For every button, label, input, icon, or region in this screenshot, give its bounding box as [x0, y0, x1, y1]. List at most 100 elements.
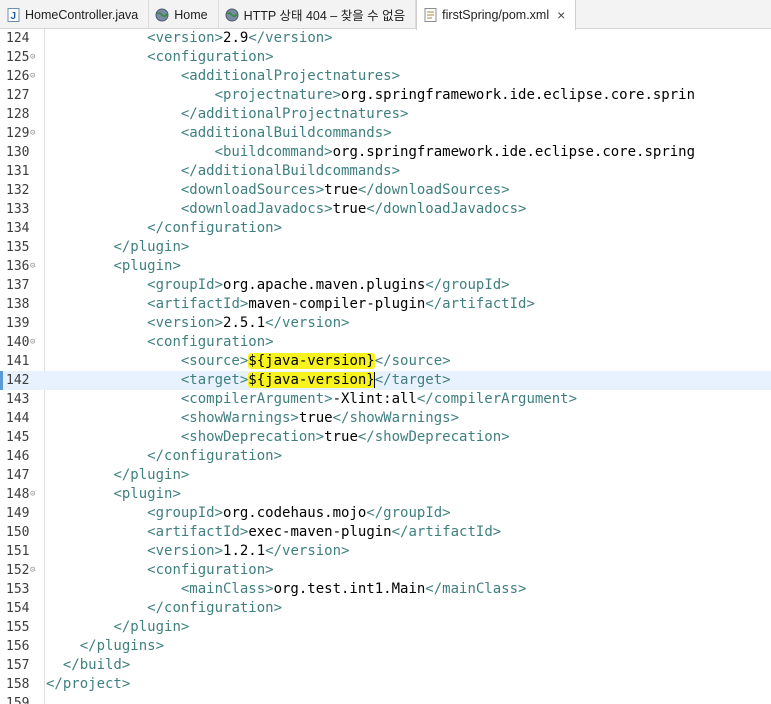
java-file-icon: J: [6, 7, 20, 22]
code-line[interactable]: 145 <showDeprecation>true</showDeprecati…: [0, 428, 771, 447]
xml-tag: <showWarnings>: [180, 410, 299, 426]
line-number: 143: [6, 392, 30, 407]
code-content: <groupId>org.apache.maven.plugins</group…: [46, 276, 509, 295]
code-line[interactable]: 131 </additionalBuildcommands>: [0, 162, 771, 181]
code-content: </plugin>: [46, 618, 189, 637]
code-line[interactable]: 140 ⊝ <configuration>: [0, 333, 771, 352]
code-line[interactable]: 152 ⊝ <configuration>: [0, 561, 771, 580]
fold-toggle-icon[interactable]: ⊝: [30, 67, 40, 86]
tab-1[interactable]: Home: [149, 0, 219, 29]
code-content: </configuration>: [46, 219, 282, 238]
tab-2[interactable]: HTTP 상태 404 – 찾을 수 없음: [219, 0, 417, 29]
code-line[interactable]: 155 </plugin>: [0, 618, 771, 637]
close-icon[interactable]: ×: [557, 7, 565, 23]
code-line[interactable]: 144 <showWarnings>true</showWarnings>: [0, 409, 771, 428]
line-number: 145: [6, 430, 30, 445]
xml-text: 2.9: [223, 30, 249, 46]
code-line[interactable]: 154 </configuration>: [0, 599, 771, 618]
code-line[interactable]: 125 ⊝ <configuration>: [0, 48, 771, 67]
code-line[interactable]: 137 <groupId>org.apache.maven.plugins</g…: [0, 276, 771, 295]
fold-toggle-icon[interactable]: ⊝: [30, 124, 40, 143]
code-content: <plugin>: [46, 257, 180, 276]
xml-tag: </plugins>: [79, 638, 165, 654]
tab-3[interactable]: firstSpring/pom.xml ×: [416, 0, 577, 30]
xml-tag: </version>: [265, 543, 350, 559]
xml-text: true: [298, 410, 333, 426]
code-content: <mainClass>org.test.int1.Main</mainClass…: [46, 580, 527, 599]
xml-tag: </downloadSources>: [357, 182, 510, 198]
xml-tag: <source>: [180, 353, 249, 369]
code-editor[interactable]: 124 <version>2.9</version> 125 ⊝ <configur…: [0, 29, 771, 704]
code-line[interactable]: 134 </configuration>: [0, 219, 771, 238]
code-line[interactable]: 132 <downloadSources>true</downloadSourc…: [0, 181, 771, 200]
line-number: 128: [6, 107, 30, 122]
code-line[interactable]: 151 <version>1.2.1</version>: [0, 542, 771, 561]
xml-text: 1.2.1: [223, 543, 266, 559]
code-content: </plugin>: [46, 238, 189, 257]
xml-tag: </additionalProjectnatures>: [180, 106, 409, 122]
code-content: </plugins>: [46, 637, 164, 656]
xml-tag: </build>: [62, 657, 131, 673]
code-line[interactable]: 159: [0, 694, 771, 704]
fold-toggle-icon[interactable]: ⊝: [30, 257, 40, 276]
line-number: 138: [6, 297, 30, 312]
code-line[interactable]: 143 <compilerArgument>-Xlint:all</compil…: [0, 390, 771, 409]
code-line[interactable]: 135 </plugin>: [0, 238, 771, 257]
code-line[interactable]: 136 ⊝ <plugin>: [0, 257, 771, 276]
code-line[interactable]: 141 <source>${java-version}</source>: [0, 352, 771, 371]
line-number: 154: [6, 601, 30, 616]
code-line[interactable]: 130 <buildcommand>org.springframework.id…: [0, 143, 771, 162]
xml-text: -Xlint:all: [332, 391, 417, 407]
code-line[interactable]: 127 <projectnature>org.springframework.i…: [0, 86, 771, 105]
line-number: 147: [6, 468, 30, 483]
fold-toggle-icon[interactable]: ⊝: [30, 485, 40, 504]
globe-icon: [225, 8, 239, 22]
line-number: 153: [6, 582, 30, 597]
code-line[interactable]: 128 </additionalProjectnatures>: [0, 105, 771, 124]
code-line[interactable]: 133 <downloadJavadocs>true</downloadJava…: [0, 200, 771, 219]
tab-0[interactable]: J HomeController.java: [0, 0, 150, 29]
xml-text: exec-maven-plugin: [248, 524, 392, 540]
xml-text: maven-compiler-plugin: [248, 296, 426, 312]
code-line[interactable]: 157 </build>: [0, 656, 771, 675]
xml-tag: </downloadJavadocs>: [366, 201, 527, 217]
xml-tag: <target>: [180, 372, 249, 388]
code-line[interactable]: 129 ⊝ <additionalBuildcommands>: [0, 124, 771, 143]
code-content: <source>${java-version}</source>: [46, 352, 451, 371]
xml-tag: <downloadJavadocs>: [180, 201, 333, 217]
fold-toggle-icon[interactable]: ⊝: [30, 333, 40, 352]
code-line[interactable]: 126 ⊝ <additionalProjectnatures>: [0, 67, 771, 86]
code-content: <showDeprecation>true</showDeprecation>: [46, 428, 510, 447]
xml-text: org.apache.maven.plugins: [223, 277, 426, 293]
xml-tag: <mainClass>: [180, 581, 274, 597]
code-line[interactable]: 153 <mainClass>org.test.int1.Main</mainC…: [0, 580, 771, 599]
line-number: 151: [6, 544, 30, 559]
code-line[interactable]: 142 <target>${java-version}</target>: [0, 371, 771, 390]
xml-tag: </configuration>: [147, 448, 283, 464]
code-line[interactable]: 147 </plugin>: [0, 466, 771, 485]
code-line[interactable]: 138 <artifactId>maven-compiler-plugin</a…: [0, 295, 771, 314]
code-line[interactable]: 158 </project>: [0, 675, 771, 694]
code-content: </configuration>: [46, 447, 282, 466]
code-line[interactable]: 146 </configuration>: [0, 447, 771, 466]
code-content: <plugin>: [46, 485, 180, 504]
xml-tag: <version>: [147, 315, 224, 331]
code-line[interactable]: 150 <artifactId>exec-maven-plugin</artif…: [0, 523, 771, 542]
code-line[interactable]: 139 <version>2.5.1</version>: [0, 314, 771, 333]
xml-text: org.springframework.ide.eclipse.core.spr…: [341, 87, 696, 103]
line-number: 156: [6, 639, 30, 654]
fold-toggle-icon[interactable]: ⊝: [30, 48, 40, 67]
xml-tag: </plugin>: [113, 239, 190, 255]
code-line[interactable]: 124 <version>2.9</version>: [0, 29, 771, 48]
code-line[interactable]: 148 ⊝ <plugin>: [0, 485, 771, 504]
line-number: 130: [6, 145, 30, 160]
xml-tag: <artifactId>: [147, 296, 249, 312]
xml-tag: </showDeprecation>: [357, 429, 510, 445]
xml-tag: <groupId>: [147, 277, 224, 293]
code-line[interactable]: 156 </plugins>: [0, 637, 771, 656]
code-line[interactable]: 149 <groupId>org.codehaus.mojo</groupId>: [0, 504, 771, 523]
code-content: <version>2.9</version>: [46, 29, 332, 48]
line-number: 131: [6, 164, 30, 179]
svg-text:J: J: [10, 11, 16, 22]
fold-toggle-icon[interactable]: ⊝: [30, 561, 40, 580]
